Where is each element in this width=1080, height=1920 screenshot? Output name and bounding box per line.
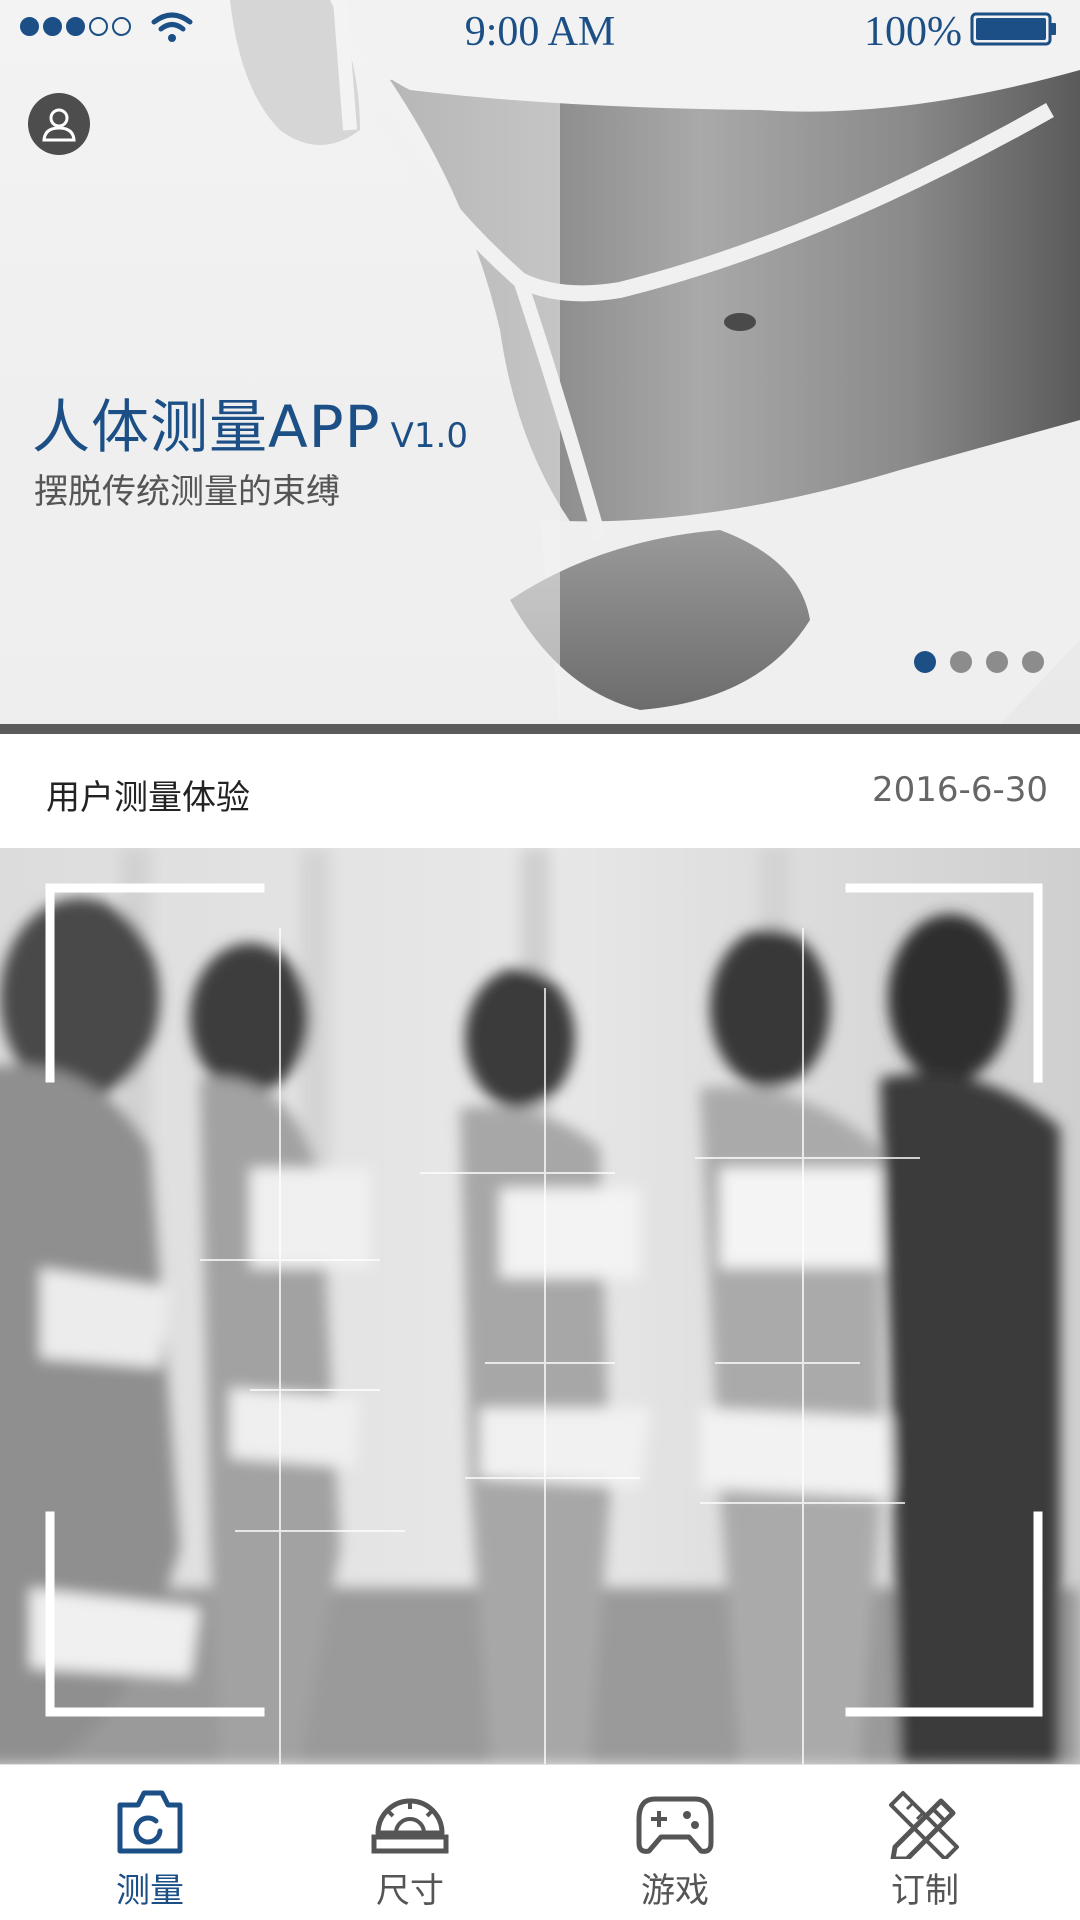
card-date: 2016-6-30 (872, 770, 1048, 810)
app-tagline: 摆脱传统测量的束缚 (34, 472, 340, 512)
tab-custom[interactable]: 订制 (790, 1765, 1060, 1920)
tab-measure-label: 测量 (116, 1871, 184, 1911)
tab-measure[interactable]: 测量 (15, 1765, 285, 1920)
user-profile-button[interactable] (28, 93, 90, 155)
app-screen: 9:00 AM 100% 人体测量APP V1.0 摆脱传统测量的束缚 用户测量… (0, 0, 1080, 1920)
pager-dot[interactable] (986, 651, 1008, 673)
pencil-ruler-icon (889, 1791, 959, 1859)
hero-divider (0, 724, 1080, 734)
protractor-ruler-icon (371, 1798, 449, 1854)
tab-game-label: 游戏 (641, 1871, 709, 1911)
photo-scene (0, 848, 1080, 1764)
experience-card-header[interactable]: 用户测量体验 2016-6-30 (0, 734, 1080, 848)
tab-game[interactable]: 游戏 (540, 1765, 810, 1920)
hero-banner[interactable]: 9:00 AM 100% 人体测量APP V1.0 摆脱传统测量的束缚 (0, 0, 1080, 724)
tab-size[interactable]: 尺寸 (275, 1765, 545, 1920)
gamepad-icon (636, 1796, 714, 1854)
battery-percentage: 100% (864, 9, 962, 55)
app-version: V1.0 (390, 416, 468, 456)
tab-size-label: 尺寸 (376, 1871, 444, 1911)
pager-dot[interactable] (950, 651, 972, 673)
camera-icon (117, 1790, 183, 1854)
pager-dot-active[interactable] (914, 651, 936, 673)
card-title: 用户测量体验 (46, 778, 250, 818)
app-name: 人体测量APP (32, 393, 381, 461)
battery-icon (970, 12, 1056, 46)
carousel-pager (914, 651, 1044, 673)
bottom-tab-bar: 测量 尺寸 游戏 订制 (0, 1764, 1080, 1920)
hero-photo (0, 0, 1080, 724)
user-icon (42, 108, 76, 142)
tab-custom-label: 订制 (891, 1871, 959, 1911)
app-title: 人体测量APP V1.0 (32, 380, 468, 464)
pager-dot[interactable] (1022, 651, 1044, 673)
status-bar: 9:00 AM 100% (0, 0, 1080, 60)
measurement-photo[interactable] (0, 848, 1080, 1764)
